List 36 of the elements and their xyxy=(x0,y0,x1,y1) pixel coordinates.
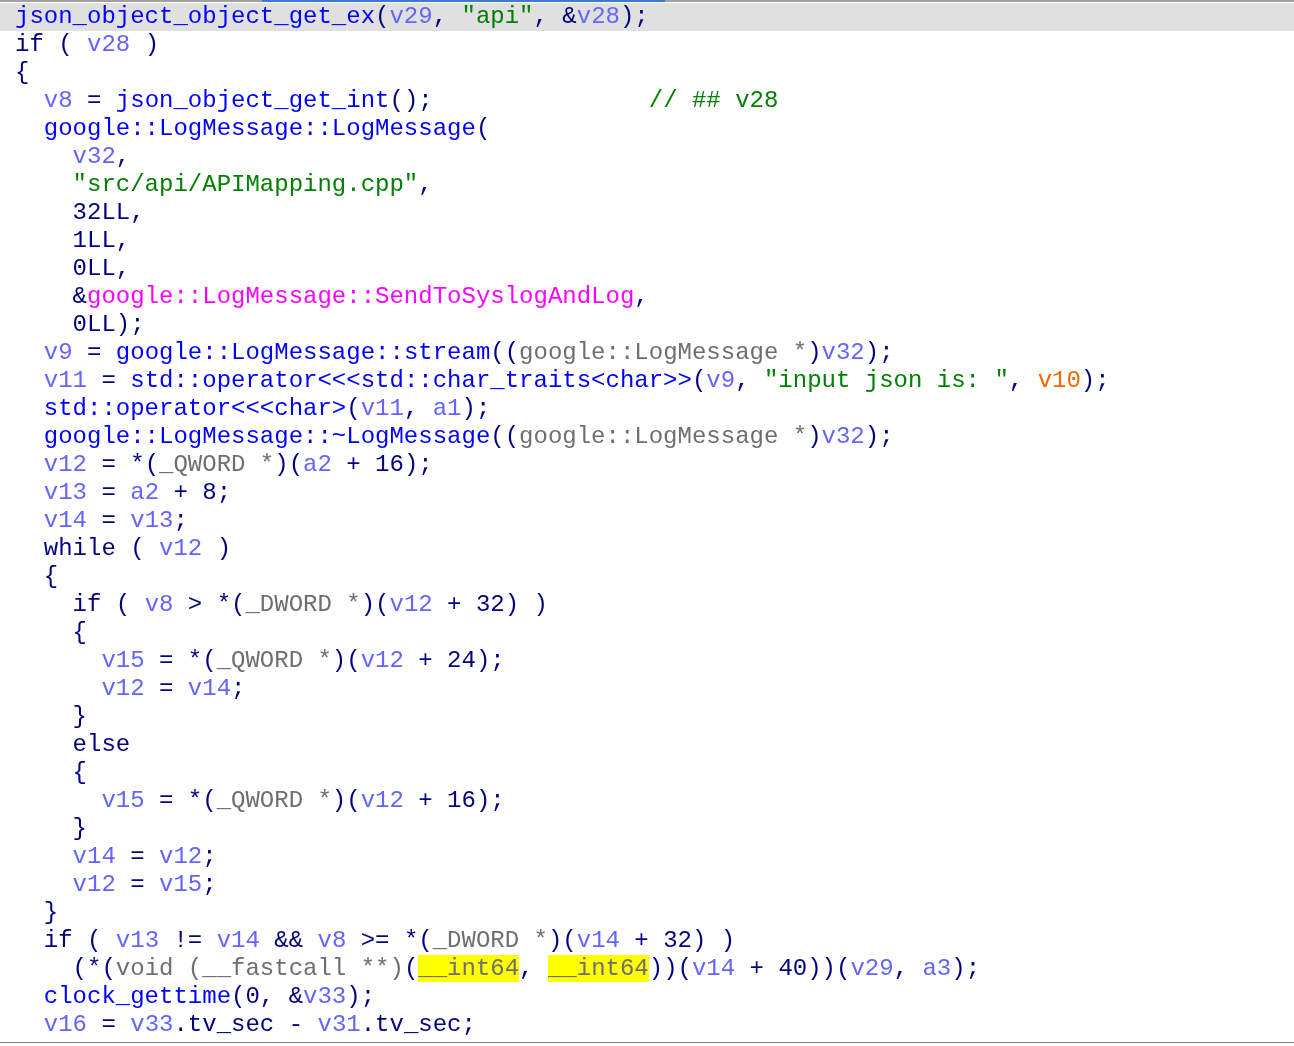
code-line: v12 = *(_QWORD *)(a2 + 16); xyxy=(42,451,434,479)
code-line: "src/api/APIMapping.cpp", xyxy=(71,171,434,199)
code-line: google::LogMessage::LogMessage( xyxy=(42,115,492,143)
code-line: } xyxy=(71,703,88,731)
code-line: v8 = json_object_get_int(); // ## v28 xyxy=(42,87,780,115)
code-line: else xyxy=(71,731,132,759)
code-line: while ( v12 ) xyxy=(42,535,233,563)
code-line: { xyxy=(42,563,60,591)
code-line: 0LL, xyxy=(71,255,132,283)
code-line: v14 = v13; xyxy=(42,507,189,535)
code-line: v14 = v12; xyxy=(71,843,218,871)
code-line: 32LL, xyxy=(71,199,146,227)
code-line: 0LL); xyxy=(71,311,146,339)
code-line: std::operator<<<char>(v11, a1); xyxy=(42,395,492,423)
code-line: { xyxy=(71,619,88,647)
code-line: google::LogMessage::~LogMessage((google::LogMessage *)v32); xyxy=(42,423,895,451)
code-line: v12 = v14; xyxy=(100,675,247,703)
code-line: (*(void (__fastcall **)(__int64, __int64))(v14 + 40))(v29, a3); xyxy=(71,955,982,983)
code-line: v13 = a2 + 8; xyxy=(42,479,233,507)
code-line: if ( v8 > *(_DWORD *)(v12 + 32) ) xyxy=(71,591,549,619)
code-line: { xyxy=(14,59,31,87)
code-line: v16 = v33.tv_sec - v31.tv_sec; xyxy=(42,1011,477,1039)
code-line: if ( v13 != v14 && v8 >= *(_DWORD *)(v14 + 32) ) xyxy=(42,927,737,955)
code-line: &google::LogMessage::SendToSyslogAndLog, xyxy=(71,283,650,311)
code-line: { xyxy=(71,759,88,787)
code-line: v12 = v15; xyxy=(71,871,218,899)
code-line: } xyxy=(42,899,60,927)
code-line: v15 = *(_QWORD *)(v12 + 16); xyxy=(100,787,506,815)
code-line: if ( v28 ) xyxy=(14,31,161,59)
code-line: 1LL, xyxy=(71,227,132,255)
code-line: v32, xyxy=(71,143,132,171)
code-line: clock_gettime(0, &v33); xyxy=(42,983,377,1011)
code-line: v15 = *(_QWORD *)(v12 + 24); xyxy=(100,647,506,675)
code-line: v9 = google::LogMessage::stream((google::LogMessage *)v32); xyxy=(42,339,895,367)
code-line: } xyxy=(71,815,88,843)
code-line: v11 = std::operator<<<std::char_traits<char>>(v9, "input json is: ", v10); xyxy=(42,367,1111,395)
